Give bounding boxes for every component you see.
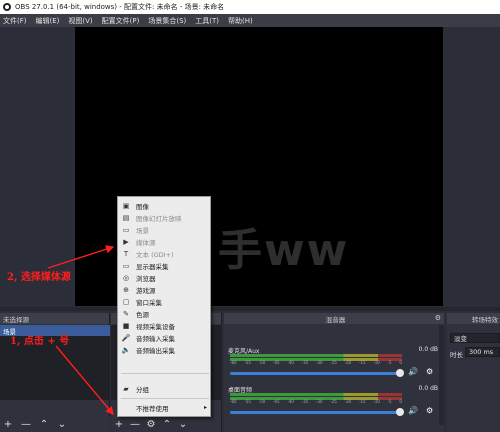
speaker-icon: 🔈 (121, 345, 131, 354)
text-icon: T (123, 249, 129, 258)
brush-icon: ✎ (123, 309, 129, 318)
menu-item-image[interactable]: ▣ 图像 (118, 200, 212, 211)
menu-item-game-capture[interactable]: ⊕ 游戏源 (118, 284, 212, 295)
menu-item-deprecated[interactable]: 不推荐使用 ▸ (118, 402, 212, 413)
monitor-icon: ▭ (122, 261, 130, 270)
arrow-to-add-button (55, 345, 114, 416)
menu-item-color-source[interactable]: ✎ 色源 (118, 308, 212, 319)
folder-icon: ▰ (123, 384, 129, 393)
menu-item-text[interactable]: T 文本 (GDI+) (118, 248, 212, 259)
image-icon: ▣ (122, 201, 130, 210)
menu-item-group[interactable]: ▰ 分组 (118, 383, 212, 394)
menu-item-audio-output[interactable]: 🔈 音频输出采集 (118, 344, 212, 355)
gamepad-icon: ⊕ (123, 285, 129, 294)
window-icon: ▢ (122, 297, 130, 306)
scene-icon: ▭ (122, 225, 130, 234)
arrow-to-media-source (47, 245, 115, 269)
menu-item-slideshow[interactable]: ▤ 图像幻灯片放映 (118, 212, 212, 223)
menu-item-browser[interactable]: ◎ 浏览器 (118, 272, 212, 283)
add-source-context-menu: ▣ 图像 ▤ 图像幻灯片放映 ▭ 场景 ▶ 媒体源 T 文本 (GDI+) ▭ 显示器采集 … (117, 196, 211, 417)
menu-separator (121, 373, 209, 374)
camera-icon: ■ (122, 321, 130, 330)
menu-item-audio-input[interactable]: 🎤 音频输入采集 (118, 332, 212, 343)
submenu-arrow-icon: ▸ (203, 404, 207, 411)
menu-item-display-capture[interactable]: ▭ 显示器采集 (118, 260, 212, 271)
watermark: 手ww (218, 225, 350, 276)
menu-item-media-source[interactable]: ▶ 媒体源 (118, 236, 212, 247)
globe-icon: ◎ (122, 273, 130, 282)
menu-item-scene[interactable]: ▭ 场景 (118, 224, 212, 235)
slideshow-icon: ▤ (122, 213, 130, 222)
menu-item-window-capture[interactable]: ▢ 窗口采集 (118, 296, 212, 307)
play-icon: ▶ (123, 237, 129, 246)
microphone-icon: 🎤 (121, 333, 131, 342)
menu-item-video-capture[interactable]: ■ 视频采集设备 (118, 320, 212, 331)
menu-separator (121, 398, 209, 399)
